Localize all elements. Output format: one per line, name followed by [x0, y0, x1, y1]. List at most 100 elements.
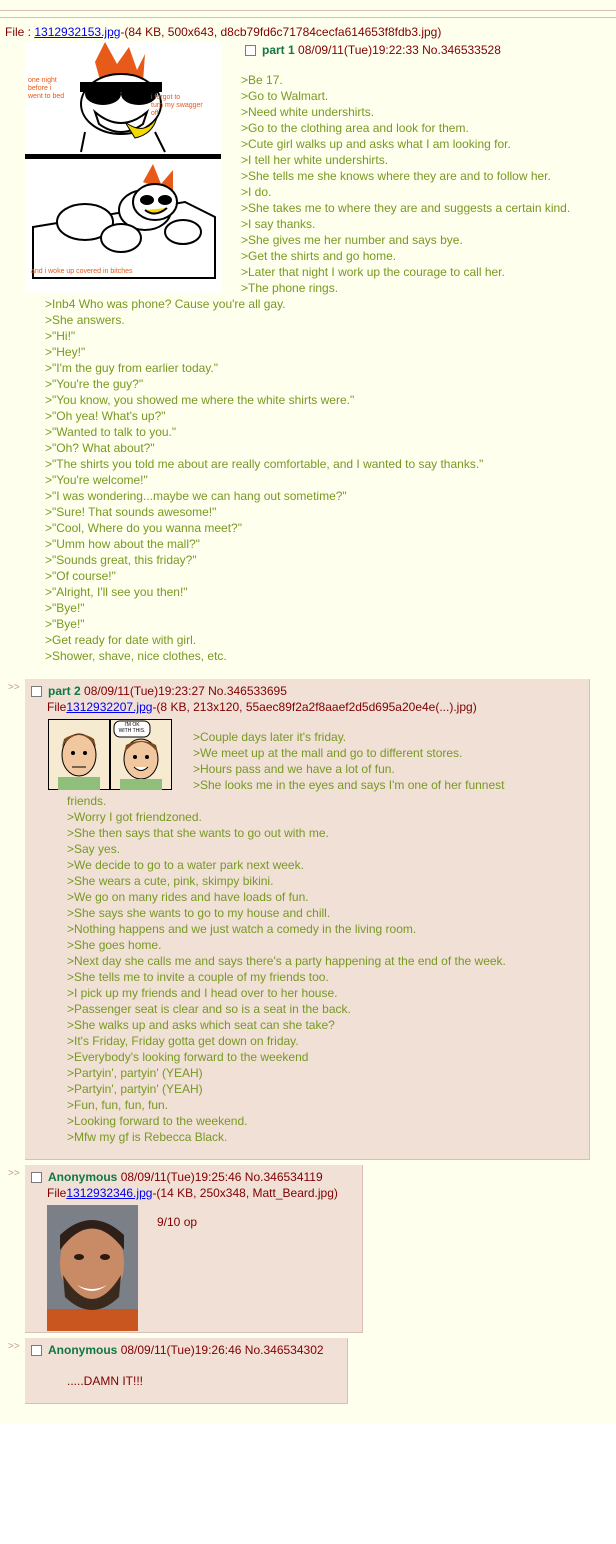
op-file-link[interactable]: 1312932153.jpg	[34, 25, 120, 39]
greentext-line: >We decide to go to a water park next we…	[67, 858, 304, 872]
greentext-line: >"Sounds great, this friday?"	[45, 553, 197, 567]
reply-arrows: >>	[8, 1341, 20, 1352]
reply-post-info: part 2 08/09/11(Tue)19:23:27 No.34653369…	[31, 684, 287, 698]
op-caption-top-right: i forgot to turn my swagger off	[151, 94, 203, 117]
greentext-line: >Need white undershirts.	[241, 105, 375, 119]
reply-post-anon-text: Anonymous 08/09/11(Tue)19:26:46 No.34653…	[25, 1338, 348, 1404]
reply-image-photo[interactable]	[47, 1205, 138, 1331]
reply-image-comic[interactable]: I'M OK WITH THIS.	[48, 719, 172, 790]
op-caption-bottom: and i woke up covered in bitches	[31, 268, 133, 275]
reply-datetime: 08/09/11(Tue)19:26:46	[120, 1343, 242, 1357]
reply-post-number[interactable]: No.346534302	[245, 1343, 324, 1357]
reply-post-part2: part 2 08/09/11(Tue)19:23:27 No.34653369…	[25, 679, 590, 1160]
reply-select-checkbox[interactable]	[31, 686, 42, 697]
greentext-line: >"Umm how about the mall?"	[45, 537, 200, 551]
reply-arrows: >>	[8, 1168, 20, 1179]
greentext-line: >She gives me her number and says bye.	[241, 233, 463, 247]
reply-file-link[interactable]: 1312932346.jpg	[66, 1186, 152, 1200]
reply-file-meta: -(14 KB, 250x348, Matt_Beard.jpg)	[152, 1186, 338, 1200]
op-body-side: >Be 17. >Go to Walmart. >Need white unders…	[241, 72, 570, 296]
greentext-line: >Shower, shave, nice clothes, etc.	[45, 649, 227, 663]
reply-select-checkbox[interactable]	[31, 1345, 42, 1356]
op-file-meta: -(84 KB, 500x643, d8cb79fd6c71784cecfa61…	[120, 25, 442, 39]
top-divider	[0, 10, 616, 11]
greentext-line: >I pick up my friends and I head over to…	[67, 986, 338, 1000]
greentext-line: >"Hi!"	[45, 329, 76, 343]
greentext-line: >"I was wondering...maybe we can hang ou…	[45, 489, 347, 503]
greentext-line: >Later that night I work up the courage …	[241, 265, 505, 279]
op-file-info: File : 1312932153.jpg-(84 KB, 500x643, d…	[5, 25, 441, 39]
reply-datetime: 08/09/11(Tue)19:23:27	[84, 684, 205, 698]
reply-file-info: File1312932207.jpg-(8 KB, 213x120, 55aec…	[47, 700, 477, 714]
greentext-line: >She then says that she wants to go out …	[67, 826, 329, 840]
greentext-line: >I do.	[241, 185, 272, 199]
op-title: part 1	[262, 43, 295, 57]
op-select-checkbox[interactable]	[245, 45, 256, 56]
comic-two-panel	[48, 719, 172, 790]
greentext-line: >I say thanks.	[241, 217, 316, 231]
greentext-line: >"Hey!"	[45, 345, 86, 359]
reply-body-full: friends. >Worry I got friendzoned. >She th…	[67, 793, 506, 1145]
greentext-line: >"Cool, Where do you wanna meet?"	[45, 521, 242, 535]
greentext-line: >Everybody's looking forward to the week…	[67, 1050, 309, 1064]
greentext-line: >The phone rings.	[241, 281, 339, 295]
greentext-line: >She takes me to where they are and sugg…	[241, 201, 571, 215]
greentext-line: >Passenger seat is clear and so is a sea…	[67, 1002, 351, 1016]
greentext-line: >Say yes.	[67, 842, 121, 856]
reply-arrows: >>	[8, 682, 20, 693]
greentext-line: >She answers.	[45, 313, 125, 327]
greentext-line: >We meet up at the mall and go to differ…	[193, 746, 463, 760]
thread-board: File : 1312932153.jpg-(84 KB, 500x643, d…	[0, 0, 616, 1424]
greentext-line: >Get ready for date with girl.	[45, 633, 197, 647]
greentext-line: >"Bye!"	[45, 617, 85, 631]
op-post-number[interactable]: No.346533528	[422, 43, 501, 57]
greentext-line: >"You're welcome!"	[45, 473, 148, 487]
op-file-prefix: File :	[5, 25, 35, 39]
greentext-line: >"Sure! That sounds awesome!"	[45, 505, 217, 519]
greentext-line: >She wears a cute, pink, skimpy bikini.	[67, 874, 274, 888]
greentext-line: >She tells me she knows where they are a…	[241, 169, 551, 183]
reply-name: Anonymous	[48, 1343, 118, 1357]
reply-post-info: Anonymous 08/09/11(Tue)19:26:46 No.34653…	[31, 1343, 324, 1357]
greentext-line: >Worry I got friendzoned.	[67, 810, 202, 824]
reply-file-link[interactable]: 1312932207.jpg	[66, 700, 152, 714]
greentext-line: >Mfw my gf is Rebecca Black.	[67, 1130, 228, 1144]
reply-name: Anonymous	[48, 1170, 118, 1184]
greentext-line: >Go to the clothing area and look for th…	[241, 121, 469, 135]
greentext-line: >"Of course!"	[45, 569, 116, 583]
reply-post-number[interactable]: No.346533695	[208, 684, 287, 698]
greentext-line: >"You know, you showed me where the whit…	[45, 393, 355, 407]
greentext-line: >"Oh yea! What's up?"	[45, 409, 166, 423]
op-image[interactable]: one night before i went to bed i forgot …	[25, 42, 221, 293]
greentext-line: >She tells me to invite a couple of my f…	[67, 970, 329, 984]
greentext-line: >Next day she calls me and says there's …	[67, 954, 506, 968]
greentext-line: >"You're the guy?"	[45, 377, 144, 391]
reply-select-checkbox[interactable]	[31, 1172, 42, 1183]
greentext-line: >Get the shirts and go home.	[241, 249, 397, 263]
reply-file-info: File1312932346.jpg-(14 KB, 250x348, Matt…	[47, 1186, 338, 1200]
greentext-line: >Partyin', partyin' (YEAH)	[67, 1082, 203, 1096]
reply-post-number[interactable]: No.346534119	[245, 1170, 323, 1184]
greentext-line: >Looking forward to the weekend.	[67, 1114, 248, 1128]
greentext-line: >Inb4 Who was phone? Cause you're all ga…	[45, 297, 286, 311]
reply-title: part 2	[48, 684, 81, 698]
greentext-line: >Be 17.	[241, 73, 283, 87]
reply-file-prefix: File	[47, 700, 67, 714]
greentext-line: >She looks me in the eyes and says I'm o…	[193, 778, 505, 792]
greentext-line: >"Wanted to talk to you."	[45, 425, 177, 439]
greentext-line: friends.	[67, 794, 107, 808]
op-post-info: part 1 08/09/11(Tue)19:22:33 No.34653352…	[245, 43, 501, 57]
reply-post-anon-photo: Anonymous 08/09/11(Tue)19:25:46 No.34653…	[25, 1165, 363, 1333]
top-divider-2	[0, 17, 616, 18]
reply-body-side: >Couple days later it's friday. >We meet …	[193, 729, 504, 793]
greentext-line: >I tell her white undershirts.	[241, 153, 389, 167]
greentext-line: >She says she wants to go to my house an…	[67, 906, 331, 920]
greentext-line: >"The shirts you told me about are reall…	[45, 457, 484, 471]
op-datetime: 08/09/11(Tue)19:22:33	[298, 43, 419, 57]
reply-file-meta: -(8 KB, 213x120, 55aec89f2a2f8aaef2d5d69…	[152, 700, 477, 714]
greentext-line: >Fun, fun, fun, fun.	[67, 1098, 169, 1112]
greentext-line: >Couple days later it's friday.	[193, 730, 347, 744]
comic-character-bottom	[32, 164, 216, 279]
reply-datetime: 08/09/11(Tue)19:25:46	[120, 1170, 242, 1184]
greentext-line: >It's Friday, Friday gotta get down on f…	[67, 1034, 299, 1048]
